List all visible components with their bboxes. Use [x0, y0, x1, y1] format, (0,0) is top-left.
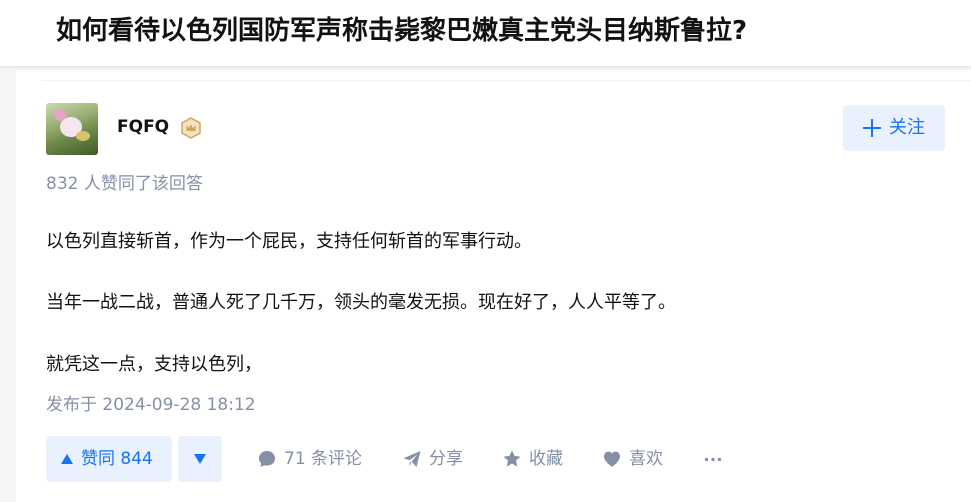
heart-icon [604, 451, 620, 467]
divider [42, 80, 971, 81]
crown-badge-icon [181, 117, 201, 139]
follow-label: 关注 [889, 117, 925, 138]
answer-card: FQFQ 关注 832 人赞同了该回答 以色列直接斩首，作为一个屁民，支持任何斩… [16, 70, 971, 502]
follow-button[interactable]: 关注 [843, 105, 945, 151]
publish-time[interactable]: 发布于 2024-09-28 18:12 [46, 392, 256, 418]
comment-button[interactable]: 71 条评论 [257, 436, 372, 482]
question-header: 如何看待以色列国防军声称击毙黎巴嫩真主党头目纳斯鲁拉? [0, 0, 971, 66]
more-button[interactable] [702, 436, 724, 482]
like-label: 喜欢 [629, 449, 663, 469]
answer-paragraph: 以色列直接斩首，作为一个屁民，支持任何斩首的军事行动。 [46, 231, 532, 252]
author-name[interactable]: FQFQ [117, 115, 169, 139]
share-icon [403, 451, 421, 467]
upvote-summary: 832 人赞同了该回答 [46, 174, 203, 194]
like-button[interactable]: 喜欢 [602, 436, 674, 482]
triangle-up-icon [61, 454, 73, 464]
collect-button[interactable]: 收藏 [502, 436, 574, 482]
question-title[interactable]: 如何看待以色列国防军声称击毙黎巴嫩真主党头目纳斯鲁拉? [56, 11, 747, 51]
triangle-down-icon [194, 454, 206, 464]
vote-up-label: 赞同 844 [81, 449, 153, 469]
answer-paragraph: 当年一战二战，普通人死了几千万，领头的毫发无损。现在好了，人人平等了。 [46, 292, 676, 313]
comment-label: 71 条评论 [284, 449, 363, 469]
star-icon [503, 450, 521, 467]
vote-up-button[interactable]: 赞同 844 [46, 436, 172, 482]
more-dots-icon [704, 457, 722, 462]
share-label: 分享 [429, 449, 463, 469]
vote-down-button[interactable] [178, 436, 222, 482]
plus-icon [863, 119, 881, 137]
collect-label: 收藏 [529, 449, 563, 469]
comment-icon [259, 451, 275, 467]
share-button[interactable]: 分享 [402, 436, 474, 482]
avatar[interactable] [46, 103, 98, 155]
answer-paragraph: 就凭这一点，支持以色列， [46, 354, 262, 375]
